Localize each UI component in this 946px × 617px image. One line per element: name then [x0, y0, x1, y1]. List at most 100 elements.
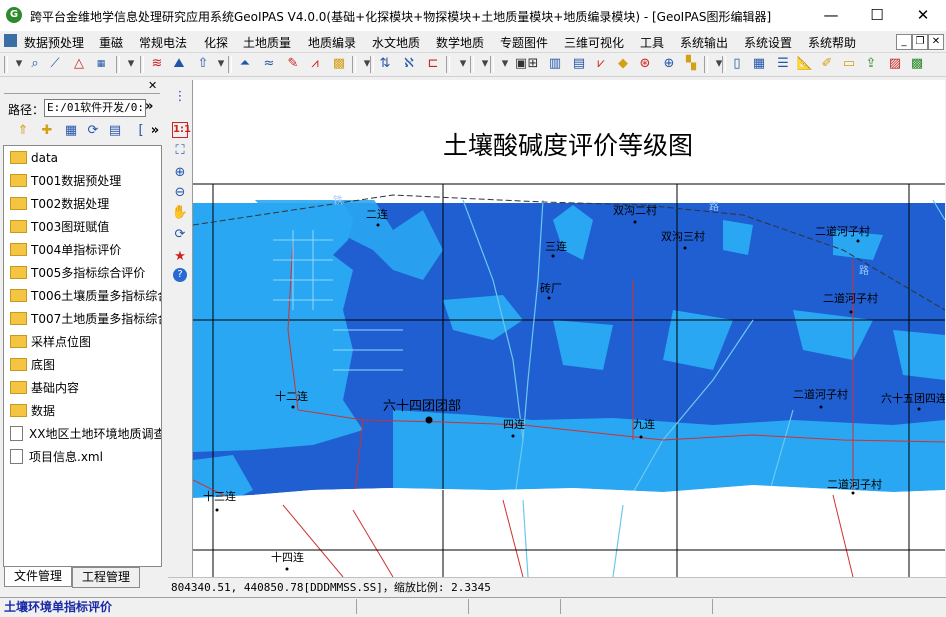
- mosaic-icon[interactable]: ▚: [682, 55, 700, 73]
- list-icon[interactable]: ☰: [774, 55, 792, 73]
- mdi-restore-button[interactable]: ❐: [912, 34, 928, 50]
- tree-item[interactable]: 项目信息.xml: [10, 447, 103, 467]
- tree-item[interactable]: T006土壤质量多指标综合: [10, 286, 161, 306]
- function-icon[interactable]: ℵ: [400, 55, 418, 73]
- menu-electric[interactable]: 常规电法: [139, 34, 187, 51]
- save-icon[interactable]: ▩: [908, 55, 926, 73]
- mdi-minimize-button[interactable]: _: [896, 34, 912, 50]
- menu-geochem[interactable]: 化探: [204, 34, 228, 51]
- sort-icon[interactable]: ⇅: [376, 55, 394, 73]
- folder-up-icon[interactable]: ⇑: [14, 122, 32, 140]
- menu-system-help[interactable]: 系统帮助: [808, 34, 856, 51]
- refresh-icon[interactable]: ⟳: [171, 226, 189, 244]
- tree-item[interactable]: 采样点位图: [10, 332, 91, 352]
- folder-icon: [10, 381, 27, 394]
- path-input[interactable]: E:/01软件开发/0:: [44, 99, 146, 117]
- minimize-button[interactable]: —: [808, 0, 854, 31]
- toolbar-more-icon[interactable]: »: [146, 122, 164, 140]
- status-divider: [356, 599, 357, 614]
- tree-item[interactable]: 底图: [10, 355, 55, 375]
- palette-icon[interactable]: ◆: [614, 55, 632, 73]
- navigate-icon[interactable]: ⇧: [194, 55, 212, 73]
- curve-edit-icon[interactable]: ⟋: [46, 55, 64, 73]
- profile-icon[interactable]: ⛰: [170, 55, 188, 73]
- map-region-light: [723, 220, 753, 255]
- line-chart-icon[interactable]: ⩘: [306, 55, 324, 73]
- map-place-label: 砖厂: [540, 281, 562, 295]
- select-list-icon[interactable]: ⋮: [171, 88, 189, 106]
- chart-icon[interactable]: ⩗: [592, 55, 610, 73]
- dropdown-arrow-icon[interactable]: ▾: [122, 55, 140, 73]
- calculator-icon[interactable]: ▦: [750, 55, 768, 73]
- triangle-icon[interactable]: △: [70, 55, 88, 73]
- menu-system-settings[interactable]: 系统设置: [744, 34, 792, 51]
- place-marker: [285, 567, 289, 571]
- legend-icon[interactable]: ⊏: [424, 55, 442, 73]
- venn-icon[interactable]: ⊛: [636, 55, 654, 73]
- new-folder-icon[interactable]: ✚: [38, 122, 56, 140]
- export-icon[interactable]: ⇪: [862, 55, 880, 73]
- tree-item[interactable]: T003图斑赋值: [10, 217, 109, 237]
- mdi-close-button[interactable]: ✕: [928, 34, 944, 50]
- folder-icon: [10, 335, 27, 348]
- edit-note-icon[interactable]: ✐: [818, 55, 836, 73]
- map-icon[interactable]: ▩: [330, 55, 348, 73]
- document-icon[interactable]: [4, 34, 17, 47]
- tree-item[interactable]: T001数据预处理: [10, 171, 121, 191]
- tree-item[interactable]: T007土地质量多指标综合: [10, 309, 161, 329]
- bookmark-icon[interactable]: ★: [171, 248, 189, 266]
- wave-icon[interactable]: ≈: [260, 55, 278, 73]
- panel-close-button[interactable]: ✕: [148, 79, 157, 92]
- folder-icon: [10, 197, 27, 210]
- tree-item[interactable]: data: [10, 148, 58, 168]
- draw-icon[interactable]: ✎: [284, 55, 302, 73]
- zoom-out-icon[interactable]: ⊖: [171, 184, 189, 202]
- grid-frame-icon[interactable]: ⊞: [524, 55, 542, 73]
- actual-size-icon[interactable]: 1:1: [172, 122, 191, 138]
- tab-file-manager[interactable]: 文件管理: [4, 567, 72, 587]
- fit-extent-icon[interactable]: ⛶: [171, 142, 189, 160]
- search-icon[interactable]: ⌕: [26, 55, 44, 73]
- menu-gravity-magnetic[interactable]: 重磁: [99, 34, 123, 51]
- tree-item[interactable]: XX地区土地环境地质调查: [10, 424, 161, 444]
- menu-land-quality[interactable]: 土地质量: [243, 34, 291, 51]
- menu-data-preprocess[interactable]: 数据预处理: [24, 34, 84, 51]
- zoom-in-icon[interactable]: ⊕: [171, 164, 189, 182]
- tree-item[interactable]: 基础内容: [10, 378, 79, 398]
- help-icon[interactable]: ?: [173, 268, 187, 282]
- tree-item[interactable]: 数据: [10, 401, 55, 421]
- document-icon[interactable]: ▯: [728, 55, 746, 73]
- tree-item[interactable]: T005多指标综合评价: [10, 263, 145, 283]
- image-icon[interactable]: ▨: [886, 55, 904, 73]
- menu-hydrogeology[interactable]: 水文地质: [372, 34, 420, 51]
- histogram-icon[interactable]: ▥: [546, 55, 564, 73]
- menu-3d-visualization[interactable]: 三维可视化: [564, 34, 624, 51]
- refresh-icon[interactable]: ⟳: [84, 122, 102, 140]
- close-button[interactable]: ✕: [900, 0, 946, 31]
- maximize-button[interactable]: ☐: [854, 0, 900, 31]
- menu-math-geology[interactable]: 数学地质: [436, 34, 484, 51]
- tab-project-manager[interactable]: 工程管理: [72, 567, 140, 588]
- mountain-icon[interactable]: ⏶: [236, 55, 254, 73]
- contour-icon[interactable]: ≋: [148, 55, 166, 73]
- menu-tools[interactable]: 工具: [640, 34, 664, 51]
- properties-icon[interactable]: ▤: [106, 122, 124, 140]
- place-marker: [849, 310, 853, 314]
- menu-geo-logging[interactable]: 地质编录: [308, 34, 356, 51]
- globe-icon[interactable]: ⊕: [660, 55, 678, 73]
- menu-thematic-maps[interactable]: 专题图件: [500, 34, 548, 51]
- place-marker: [551, 254, 555, 258]
- place-marker: [376, 223, 380, 227]
- status-bar: [0, 597, 946, 617]
- tree-item[interactable]: T002数据处理: [10, 194, 109, 214]
- pan-hand-icon[interactable]: ✋: [171, 204, 189, 222]
- path-more-button[interactable]: »: [145, 99, 153, 114]
- tree-item[interactable]: T004单指标评价: [10, 240, 121, 260]
- menu-system-output[interactable]: 系统输出: [680, 34, 728, 51]
- view-icon[interactable]: ▦: [62, 122, 80, 140]
- grid-icon[interactable]: ▦: [92, 55, 110, 73]
- folder-icon: [10, 266, 27, 279]
- table-icon[interactable]: ▤: [570, 55, 588, 73]
- ruler-icon[interactable]: 📐: [796, 55, 814, 73]
- open-folder-icon[interactable]: ▭: [840, 55, 858, 73]
